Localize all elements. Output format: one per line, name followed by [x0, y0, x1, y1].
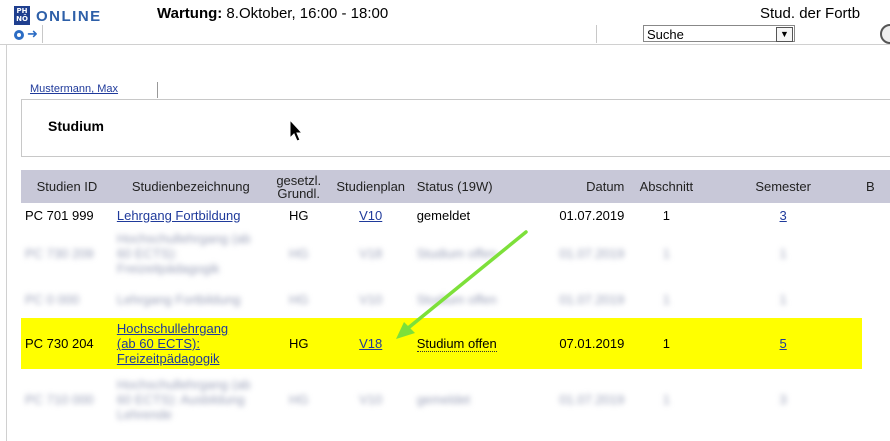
study-plan-link[interactable]: V18 — [359, 336, 382, 351]
table-row: PC 0 000 Lehrgang Fortbildung HG V10 Stu… — [21, 280, 890, 318]
col-abschnitt: Abschnitt — [628, 170, 705, 203]
section-number: 1 — [628, 318, 705, 369]
date: 01.07.2019 — [559, 291, 625, 307]
semester-link[interactable]: 3 — [780, 208, 787, 223]
col-datum: Datum — [540, 170, 629, 203]
col-studienbezeichnung: Studienbezeichnung — [112, 170, 269, 203]
study-name-line: (ab 60 ECTS): — [116, 336, 200, 351]
table-header-row: Studien ID Studienbezeichnung gesetzl. G… — [21, 170, 890, 203]
mouse-cursor-icon — [289, 119, 303, 142]
study-name-link[interactable]: Hochschullehrgang (ab 60 ECTS): Freizeit… — [117, 321, 228, 366]
status: Studium offen — [416, 291, 497, 307]
logo-text[interactable]: ONLINE — [36, 8, 102, 25]
studien-id: PC 730 204 — [21, 318, 113, 369]
section-number: 1 — [662, 207, 670, 223]
study-plan-link[interactable]: V10 — [329, 280, 413, 318]
col-b: B — [861, 170, 890, 203]
study-name-link[interactable]: Hochschullehrgang (ab 60 ECTS): Freizeit… — [113, 227, 269, 280]
date: 01.07.2019 — [559, 246, 625, 261]
col-studien-id: Studien ID — [21, 170, 113, 203]
date: 01.07.2019 — [559, 207, 625, 223]
study-plan-link[interactable]: V10 — [359, 208, 382, 223]
basis: HG — [288, 291, 309, 307]
table-row: PC 710 000 Hochschullehrgang (ab 60 ECTS… — [21, 369, 890, 429]
section-panel — [21, 99, 890, 157]
user-info: Stud. der Fortb — [760, 5, 861, 22]
col-gesetzl-grundl: gesetzl. Grundl. — [268, 170, 329, 203]
forward-arrow-icon[interactable]: ➜ — [27, 26, 38, 42]
studien-id: PC 730 209 — [25, 246, 94, 261]
basis: HG — [288, 246, 309, 261]
toolbar-divider — [42, 25, 43, 43]
studien-id: PC 701 999 — [25, 207, 94, 223]
date: 07.01.2019 — [540, 318, 629, 369]
col-semester: Semester — [704, 170, 862, 203]
studien-id: PC 0 000 — [25, 291, 80, 307]
section-number: 1 — [662, 246, 670, 261]
search-select[interactable]: Suche — [643, 25, 795, 42]
table-row-highlighted: PC 730 204 Hochschullehrgang (ab 60 ECTS… — [21, 318, 890, 369]
status: gemeldet — [416, 207, 471, 223]
studien-id: PC 710 000 — [25, 391, 94, 407]
studies-table: Studien ID Studienbezeichnung gesetzl. G… — [21, 170, 890, 429]
semester-link[interactable]: 3 — [704, 369, 862, 429]
date: 01.07.2019 — [559, 391, 625, 407]
col-studienplan: Studienplan — [328, 170, 413, 203]
semester-link[interactable]: 1 — [704, 280, 862, 318]
status: Studium offen — [416, 246, 497, 261]
status: gemeldet — [416, 391, 471, 407]
basis: HG — [288, 391, 309, 407]
col-status: Status (19W) — [412, 170, 541, 203]
study-name-link[interactable]: Lehrgang Fortbildung — [117, 208, 241, 223]
semester-link[interactable]: 5 — [780, 336, 787, 351]
tab-divider — [157, 82, 158, 98]
study-plan-link[interactable]: V10 — [329, 369, 413, 429]
study-name-link[interactable]: Hochschullehrgang (ab 60 ECTS): Ausbildu… — [113, 369, 269, 429]
basis: HG — [288, 207, 309, 223]
basis: HG — [268, 318, 329, 369]
page-title: Studium — [48, 118, 104, 134]
tab-person[interactable]: Mustermann, Max — [30, 83, 118, 95]
ph-logo-icon[interactable]: PH NÖ — [14, 6, 30, 25]
status[interactable]: Studium offen — [416, 336, 497, 352]
toolbar-divider — [596, 25, 597, 43]
study-plan-link[interactable]: V18 — [329, 227, 413, 280]
maintenance-notice: Wartung: 8.Oktober, 16:00 - 18:00 — [157, 5, 388, 22]
study-name-line: Freizeitpädagogik — [116, 351, 220, 366]
chevron-down-icon[interactable]: ▼ — [776, 27, 793, 42]
table-row: PC 730 209 Hochschullehrgang (ab 60 ECTS… — [21, 227, 890, 280]
study-name-line: Hochschullehrgang — [116, 321, 229, 336]
top-bar: PH NÖ ONLINE Wartung: 8.Oktober, 16:00 - … — [0, 0, 890, 45]
table-row: PC 701 999 Lehrgang Fortbildung HG V10 g… — [21, 203, 890, 227]
maintenance-label: Wartung: — [157, 5, 223, 22]
section-number: 1 — [662, 291, 670, 307]
maintenance-text: 8.Oktober, 16:00 - 18:00 — [222, 5, 389, 22]
study-name-link[interactable]: Lehrgang Fortbildung — [113, 280, 269, 318]
home-icon[interactable] — [14, 30, 24, 40]
section-number: 1 — [662, 391, 670, 407]
semester-link[interactable]: 1 — [704, 227, 862, 280]
round-button[interactable] — [880, 24, 890, 44]
